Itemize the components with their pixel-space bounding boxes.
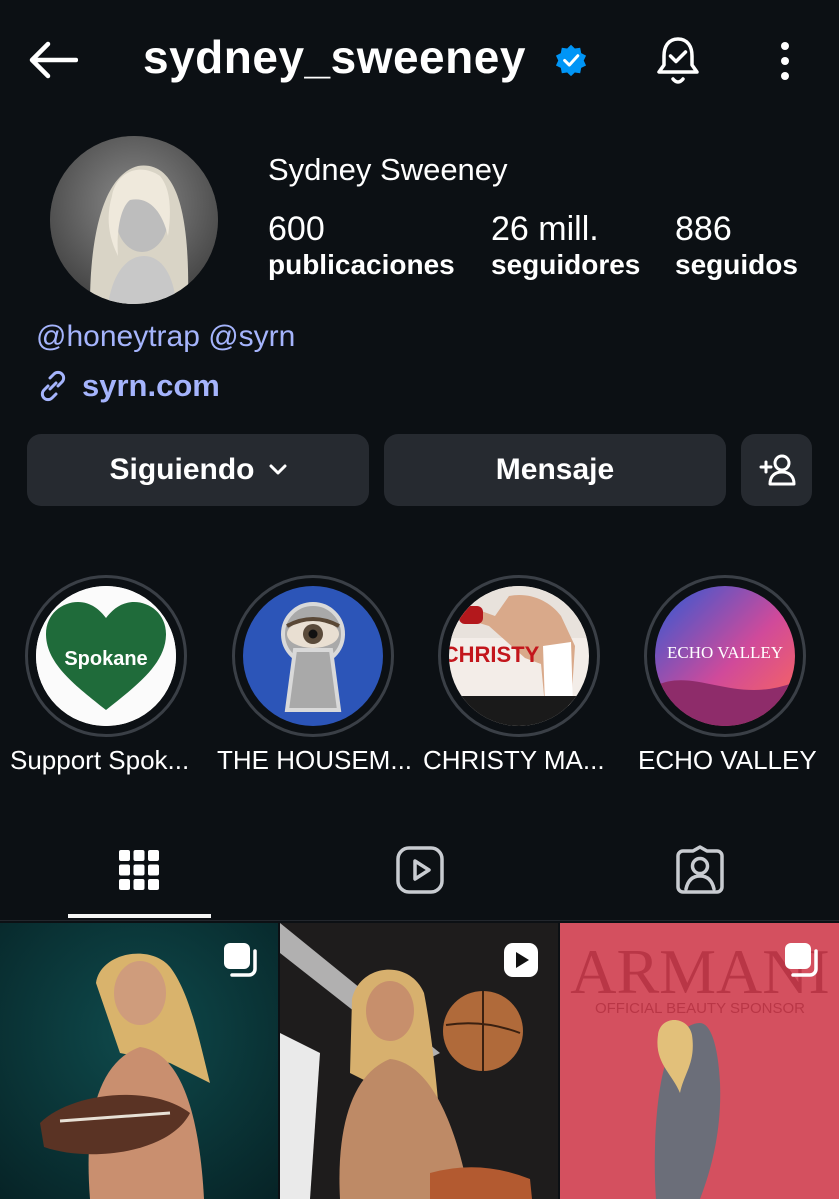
link-icon (36, 369, 70, 403)
stat-following[interactable]: 886 seguidos (675, 210, 798, 281)
highlight-label: Support Spok... (10, 745, 190, 775)
active-tab-indicator (68, 914, 211, 918)
grid-icon (118, 849, 160, 891)
tab-tagged[interactable] (625, 830, 775, 910)
tab-grid[interactable] (64, 830, 214, 910)
highlight-label: ECHO VALLEY (638, 745, 817, 775)
carousel-icon (783, 941, 821, 979)
highlight-label: CHRISTY MA... (423, 745, 605, 775)
website-link[interactable]: syrn.com (36, 368, 220, 404)
highlight-cover: CHRISTY (438, 575, 600, 737)
highlight-housemaid[interactable] (232, 575, 397, 737)
tagged-icon (675, 845, 725, 895)
highlight-cover-text: Spokane (64, 648, 147, 670)
highlight-cover-text: CHRISTY (449, 642, 540, 667)
profile-full-name: Sydney Sweeney (268, 152, 508, 187)
avatar[interactable] (50, 136, 218, 304)
divider (0, 920, 839, 921)
stat-posts-label: publicaciones (268, 249, 455, 280)
following-button[interactable]: Siguiendo (27, 434, 369, 506)
message-button-label: Mensaje (495, 453, 615, 486)
stat-followers-count: 26 mill. (491, 210, 599, 248)
post-tile[interactable] (0, 923, 278, 1199)
stat-followers[interactable]: 26 mill. seguidores (491, 210, 640, 281)
add-person-icon (757, 453, 797, 487)
verified-badge-icon (554, 43, 588, 77)
profile-username: sydney_sweeney (143, 31, 526, 83)
stat-following-label: seguidos (675, 249, 798, 280)
highlight-cover: Spokane (25, 575, 187, 737)
message-button[interactable]: Mensaje (384, 434, 726, 506)
post-tile[interactable]: ARMANI OFFICIAL BEAUTY SPONSOR (560, 923, 839, 1199)
notification-bell-icon[interactable] (648, 32, 708, 90)
stat-following-count: 886 (675, 210, 732, 248)
profile-header: sydney_sweeney (0, 0, 839, 120)
following-button-label: Siguiendo (109, 453, 255, 486)
add-user-button[interactable] (741, 434, 812, 506)
post-overlay-subtitle: OFFICIAL BEAUTY SPONSOR (595, 1000, 805, 1017)
stat-posts-count: 600 (268, 210, 325, 248)
website-link-text: syrn.com (82, 368, 220, 403)
reels-icon (395, 845, 445, 895)
threads-links[interactable]: @honeytrap @syrn (36, 320, 295, 354)
post-tile[interactable] (280, 923, 558, 1199)
highlight-label: THE HOUSEM... (217, 745, 413, 775)
more-options-icon[interactable] (762, 32, 808, 90)
reel-play-icon (502, 941, 540, 979)
highlight-christy[interactable]: CHRISTY (438, 575, 603, 737)
threads-links-text: @honeytrap @syrn (36, 320, 296, 353)
highlight-cover: ECHO VALLEY (644, 575, 806, 737)
carousel-icon (222, 941, 260, 979)
chevron-down-icon (269, 464, 287, 476)
highlight-cover (232, 575, 394, 737)
back-arrow-icon[interactable] (22, 36, 82, 84)
stat-followers-label: seguidores (491, 249, 641, 280)
tab-reels[interactable] (345, 830, 495, 910)
highlight-cover-text: ECHO VALLEY (667, 643, 783, 662)
stat-posts[interactable]: 600 publicaciones (268, 210, 455, 281)
highlight-echo-valley[interactable]: ECHO VALLEY (644, 575, 809, 737)
highlight-support-spokane[interactable]: Spokane (25, 575, 190, 737)
